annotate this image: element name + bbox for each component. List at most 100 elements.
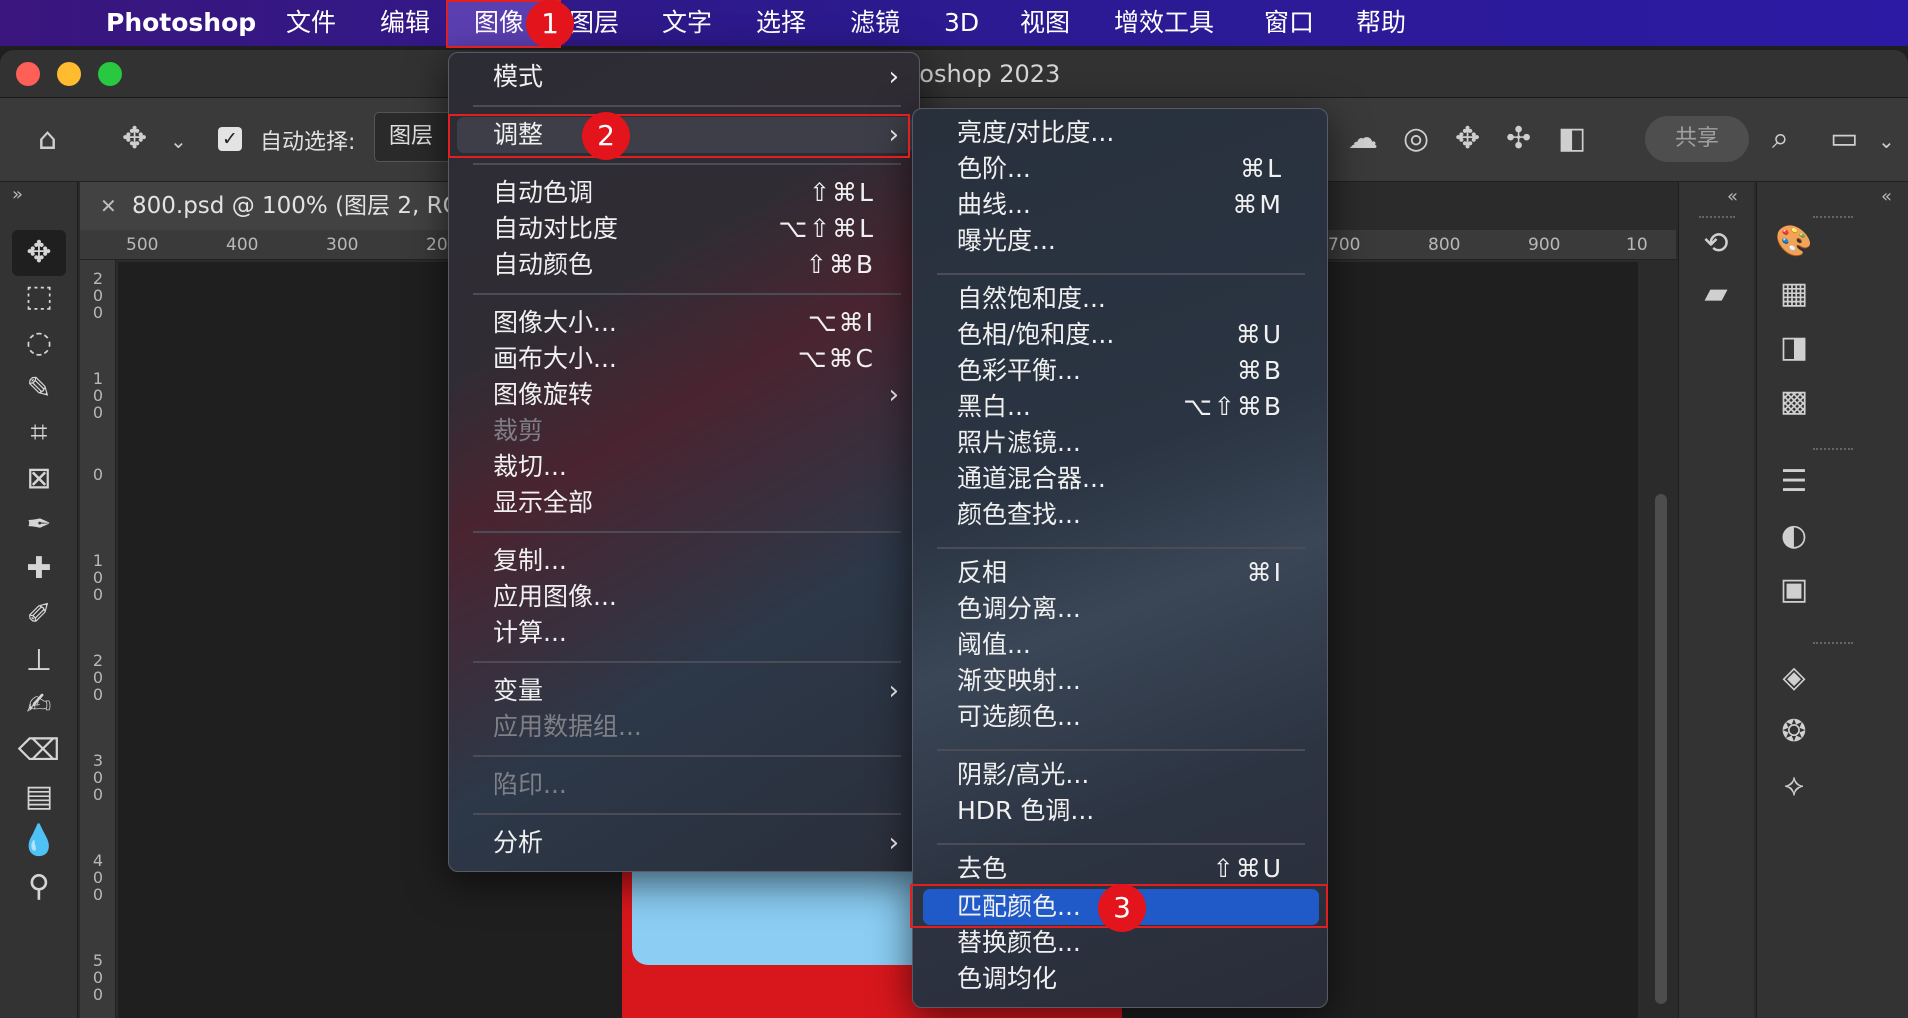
menu-item-levels[interactable]: 色阶... ⌘L <box>913 151 1327 187</box>
auto-select-checkbox[interactable]: ✓ <box>218 127 242 151</box>
frame-tool-icon[interactable]: ⊠ <box>12 456 66 502</box>
menu-item-gradient-map[interactable]: 渐变映射... <box>913 663 1327 699</box>
libraries-icon[interactable]: ▣ <box>1769 570 1819 610</box>
brush-tool-icon[interactable]: ✐ <box>12 592 66 638</box>
color-palette-icon[interactable]: 🎨 <box>1769 222 1819 262</box>
minimize-window-button[interactable] <box>57 62 81 86</box>
home-icon[interactable]: ⌂ <box>38 125 57 155</box>
swatches-icon[interactable]: ▦ <box>1769 274 1819 314</box>
menubar-item-type[interactable]: 文字 <box>662 0 712 46</box>
crop-tool-icon[interactable]: ⌗ <box>12 410 66 456</box>
workspace-icon[interactable]: ▭ <box>1830 124 1858 154</box>
menu-item-photo-filter[interactable]: 照片滤镜... <box>913 425 1327 461</box>
channels-icon[interactable]: ❂ <box>1769 712 1819 752</box>
menubar-item-3d[interactable]: 3D <box>944 0 979 46</box>
menubar-app-name[interactable]: Photoshop <box>106 0 256 46</box>
menu-item-trim[interactable]: 裁切... <box>449 449 919 485</box>
search-icon[interactable]: ⌕ <box>1772 124 1789 154</box>
comments-icon[interactable]: ▰ <box>1691 274 1741 314</box>
collapse-panel-icon[interactable]: « <box>1881 186 1892 207</box>
auto-select-target-dropdown[interactable]: 图层 <box>374 112 452 162</box>
properties-icon[interactable]: ☰ <box>1769 462 1819 502</box>
panel-grip[interactable] <box>1813 642 1853 646</box>
eyedropper-tool-icon[interactable]: ✒ <box>12 502 66 548</box>
menu-item-channel-mixer[interactable]: 通道混合器... <box>913 461 1327 497</box>
menu-item-calculations[interactable]: 计算... <box>449 615 919 651</box>
menubar-item-plugins[interactable]: 增效工具 <box>1114 0 1214 46</box>
menu-item-exposure[interactable]: 曝光度... <box>913 223 1327 259</box>
menu-item-invert[interactable]: 反相 ⌘I <box>913 555 1327 591</box>
menu-item-auto-tone[interactable]: 自动色调 ⇧⌘L <box>449 175 919 211</box>
menu-item-color-balance[interactable]: 色彩平衡... ⌘B <box>913 353 1327 389</box>
menu-item-desaturate[interactable]: 去色 ⇧⌘U <box>913 851 1327 887</box>
3d-roll-icon[interactable]: ◎ <box>1403 124 1429 154</box>
menu-item-black-white[interactable]: 黑白... ⌥⇧⌘B <box>913 389 1327 425</box>
panel-grip[interactable] <box>1699 216 1735 220</box>
close-window-button[interactable] <box>16 62 40 86</box>
menu-item-auto-contrast[interactable]: 自动对比度 ⌥⇧⌘L <box>449 211 919 247</box>
menu-item-mode[interactable]: 模式 › <box>449 59 919 95</box>
menu-item-canvas-size[interactable]: 画布大小... ⌥⌘C <box>449 341 919 377</box>
marquee-tool-icon[interactable]: ⬚ <box>12 274 66 320</box>
scrollbar-thumb[interactable] <box>1655 494 1667 1004</box>
menubar-item-file[interactable]: 文件 <box>286 0 336 46</box>
menu-item-threshold[interactable]: 阈值... <box>913 627 1327 663</box>
menu-item-color-lookup[interactable]: 颜色查找... <box>913 497 1327 533</box>
paths-icon[interactable]: ⟡ <box>1769 766 1819 806</box>
expand-panel-icon[interactable]: » <box>12 184 23 205</box>
menu-item-variables[interactable]: 变量 › <box>449 673 919 709</box>
blur-tool-icon[interactable]: 💧 <box>12 818 66 864</box>
adjustments-icon[interactable]: ◐ <box>1769 516 1819 556</box>
menu-item-hdr-toning[interactable]: HDR 色调... <box>913 793 1327 829</box>
chevron-down-icon[interactable]: ⌄ <box>170 126 187 156</box>
panel-grip[interactable] <box>1813 448 1853 452</box>
collapse-panel-icon[interactable]: « <box>1727 186 1738 207</box>
menubar-item-layer[interactable]: 图层 <box>569 0 619 46</box>
menu-item-posterize[interactable]: 色调分离... <box>913 591 1327 627</box>
layers-icon[interactable]: ◈ <box>1769 658 1819 698</box>
3d-pan-icon[interactable]: ✥ <box>1455 124 1480 154</box>
move-tool-icon[interactable]: ✥ <box>12 230 66 276</box>
menubar-item-help[interactable]: 帮助 <box>1356 0 1406 46</box>
3d-slide-icon[interactable]: ✣ <box>1506 124 1531 154</box>
menu-item-selective-color[interactable]: 可选颜色... <box>913 699 1327 735</box>
eraser-tool-icon[interactable]: ⌫ <box>12 728 66 774</box>
menu-item-shadows-highlights[interactable]: 阴影/高光... <box>913 757 1327 793</box>
gradient-tool-icon[interactable]: ▤ <box>12 774 66 820</box>
healing-brush-tool-icon[interactable]: ✚ <box>12 546 66 592</box>
menu-item-image-size[interactable]: 图像大小... ⌥⌘I <box>449 305 919 341</box>
menu-item-image-rotation[interactable]: 图像旋转 › <box>449 377 919 413</box>
menu-item-brightness-contrast[interactable]: 亮度/对比度... <box>913 115 1327 151</box>
menubar-item-select[interactable]: 选择 <box>756 0 806 46</box>
move-tool-icon[interactable]: ✥ <box>122 124 147 154</box>
menu-item-analysis[interactable]: 分析 › <box>449 825 919 861</box>
quick-select-tool-icon[interactable]: ✎ <box>12 366 66 412</box>
history-brush-tool-icon[interactable]: ✍ <box>12 682 66 728</box>
menu-item-duplicate[interactable]: 复制... <box>449 543 919 579</box>
menu-item-auto-color[interactable]: 自动颜色 ⇧⌘B <box>449 247 919 283</box>
workspace-chevron-down-icon[interactable]: ⌄ <box>1878 126 1895 156</box>
menubar-item-window[interactable]: 窗口 <box>1264 0 1314 46</box>
zoom-window-button[interactable] <box>98 62 122 86</box>
vertical-scrollbar[interactable] <box>1646 262 1676 1018</box>
menu-item-curves[interactable]: 曲线... ⌘M <box>913 187 1327 223</box>
menu-item-vibrance[interactable]: 自然饱和度... <box>913 281 1327 317</box>
3d-orbit-icon[interactable]: ☁ <box>1348 124 1378 154</box>
menu-item-equalize[interactable]: 色调均化 <box>913 961 1327 997</box>
dodge-tool-icon[interactable]: ⚲ <box>12 864 66 910</box>
clone-stamp-tool-icon[interactable]: ⊥ <box>12 638 66 684</box>
menu-item-hue-saturation[interactable]: 色相/饱和度... ⌘U <box>913 317 1327 353</box>
menubar-item-view[interactable]: 视图 <box>1020 0 1070 46</box>
share-button[interactable]: 共享 <box>1645 116 1749 162</box>
lasso-tool-icon[interactable]: ◌ <box>12 320 66 366</box>
gradients-icon[interactable]: ◨ <box>1769 328 1819 368</box>
close-tab-icon[interactable]: ✕ <box>100 182 117 230</box>
menubar-item-edit[interactable]: 编辑 <box>380 0 430 46</box>
panel-grip[interactable] <box>1813 216 1853 220</box>
menubar-item-filter[interactable]: 滤镜 <box>850 0 900 46</box>
3d-camera-icon[interactable]: ◧ <box>1558 124 1586 154</box>
menu-item-apply-image[interactable]: 应用图像... <box>449 579 919 615</box>
history-icon[interactable]: ⟲ <box>1691 224 1741 264</box>
menu-item-reveal-all[interactable]: 显示全部 <box>449 485 919 521</box>
patterns-icon[interactable]: ▩ <box>1769 382 1819 422</box>
